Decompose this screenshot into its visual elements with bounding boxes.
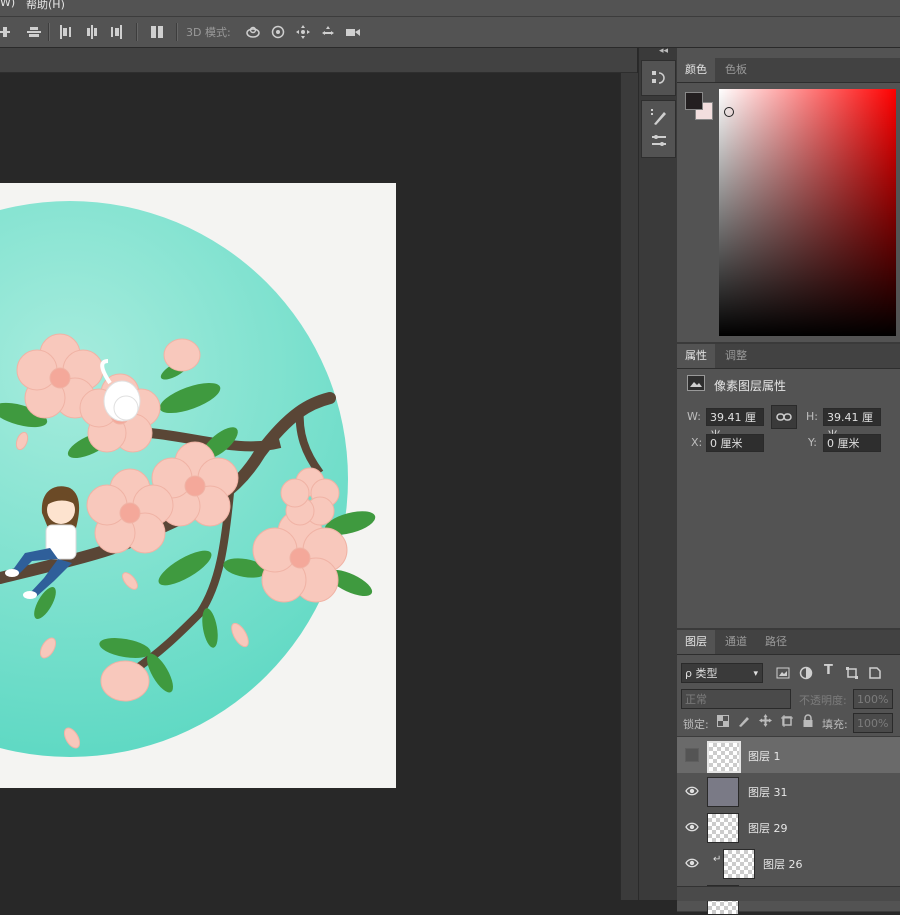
pixel-layer-icon xyxy=(687,375,705,391)
opacity-label: 不透明度: xyxy=(799,694,847,707)
eye-icon[interactable] xyxy=(685,857,699,869)
layer-filter-label: ρ 类型 xyxy=(685,667,718,680)
brush-settings-icon[interactable] xyxy=(650,108,668,126)
lock-artboard-icon[interactable] xyxy=(781,715,793,727)
lock-pixels-icon[interactable] xyxy=(738,715,750,727)
3d-orbit-icon[interactable] xyxy=(245,24,261,40)
3d-mode-label: 3D 模式: xyxy=(186,26,231,39)
icon-group-brush xyxy=(641,100,676,158)
collapse-panels-button[interactable]: ◂◂ xyxy=(659,46,668,56)
link-icon xyxy=(776,413,792,421)
document-tab-strip xyxy=(0,48,637,73)
lock-all-icon[interactable] xyxy=(802,714,814,727)
layer-thumbnail xyxy=(707,813,739,843)
vertical-scrollbar[interactable] xyxy=(620,73,638,900)
eye-icon[interactable] xyxy=(685,785,699,797)
filter-shape-icon[interactable] xyxy=(845,666,859,680)
chevron-down-icon: ▾ xyxy=(753,669,758,679)
layer-thumbnail xyxy=(707,741,741,773)
eye-icon[interactable] xyxy=(685,821,699,833)
blend-mode-select[interactable]: 正常 xyxy=(681,689,791,709)
layer-name: 图层 1 xyxy=(748,750,781,763)
tab-paths[interactable]: 路径 xyxy=(757,630,795,654)
3d-slide-icon[interactable] xyxy=(320,24,336,40)
align-vcenter-icon[interactable] xyxy=(26,24,42,40)
filter-pixel-icon[interactable] xyxy=(776,666,790,680)
layer-row[interactable]: 图层 1 xyxy=(677,737,900,774)
tab-adjustments[interactable]: 调整 xyxy=(717,344,755,368)
y-label: Y: xyxy=(808,436,817,449)
menu-item-help[interactable]: 帮助(H) xyxy=(26,0,65,12)
height-field[interactable]: 39.41 厘米 xyxy=(823,408,881,442)
history-icon[interactable] xyxy=(650,69,668,87)
visibility-toggle-off[interactable] xyxy=(685,748,699,762)
layers-footer-toolbar xyxy=(677,886,900,901)
options-bar: 3D 模式: xyxy=(0,17,900,48)
layer-thumbnail xyxy=(707,777,739,807)
color-picker-cursor[interactable] xyxy=(724,107,734,117)
tab-properties[interactable]: 属性 xyxy=(677,344,715,368)
clipping-mask-icon: ↵ xyxy=(713,854,722,865)
properties-panel-tabs: 属性 调整 xyxy=(677,344,900,369)
distribute-left-icon[interactable] xyxy=(58,24,74,40)
lock-position-icon[interactable] xyxy=(759,714,772,727)
fill-label: 填充: xyxy=(822,718,848,731)
3d-pan-icon[interactable] xyxy=(295,24,311,40)
brush-presets-icon[interactable] xyxy=(650,132,668,150)
layer-row[interactable]: ↵ 图层 26 xyxy=(677,845,900,882)
tab-layers[interactable]: 图层 xyxy=(677,630,715,654)
align-bottom-icon[interactable] xyxy=(0,24,16,40)
fill-field[interactable]: 100% xyxy=(853,713,893,733)
document-canvas[interactable] xyxy=(0,183,396,788)
lock-transparent-icon[interactable] xyxy=(717,715,729,727)
layer-filter-select[interactable]: ρ 类型 ▾ xyxy=(681,663,763,683)
opacity-field[interactable]: 100% xyxy=(853,689,893,709)
layer-name: 图层 26 xyxy=(763,858,803,871)
lock-label: 锁定: xyxy=(683,718,709,731)
filter-type-icon[interactable]: T xyxy=(824,663,833,678)
tab-color[interactable]: 颜色 xyxy=(677,58,715,82)
icon-group-history xyxy=(641,60,676,96)
right-panel-dock: 颜色 色板 属性 调整 像素图层属性 W: 39.41 厘米 H: 39.41 … xyxy=(677,48,900,915)
y-field[interactable]: 0 厘米 xyxy=(823,434,881,452)
layer-row[interactable]: 图层 29 xyxy=(677,809,900,846)
layer-row[interactable]: 图层 31 xyxy=(677,773,900,810)
height-label: H: xyxy=(806,410,818,423)
filter-adjustment-icon[interactable] xyxy=(799,666,813,680)
menu-bar: W) 帮助(H) xyxy=(0,0,900,17)
menu-item-window[interactable]: W) xyxy=(0,0,15,9)
tab-channels[interactable]: 通道 xyxy=(717,630,755,654)
3d-roll-icon[interactable] xyxy=(270,24,286,40)
layers-panel-tabs: 图层 通道 路径 xyxy=(677,630,900,655)
layer-thumbnail xyxy=(723,849,755,879)
layer-name: 图层 29 xyxy=(748,822,788,835)
x-field[interactable]: 0 厘米 xyxy=(706,434,764,452)
width-label: W: xyxy=(687,410,701,423)
filter-smartobject-icon[interactable] xyxy=(868,666,882,680)
layer-name: 图层 31 xyxy=(748,786,788,799)
properties-title: 像素图层属性 xyxy=(714,379,787,393)
3d-scale-icon[interactable] xyxy=(345,24,361,40)
artwork-illustration xyxy=(0,201,376,757)
width-field[interactable]: 39.41 厘米 xyxy=(706,408,764,442)
tab-swatches[interactable]: 色板 xyxy=(717,58,755,82)
link-dimensions-button[interactable] xyxy=(771,405,797,429)
foreground-color-swatch[interactable] xyxy=(685,92,703,110)
color-panel-tabs: 颜色 色板 xyxy=(677,58,900,83)
x-label: X: xyxy=(691,436,703,449)
color-picker-field[interactable] xyxy=(719,89,896,336)
auto-align-icon[interactable] xyxy=(149,24,165,40)
distribute-right-icon[interactable] xyxy=(108,24,124,40)
collapsed-panel-column: ◂◂ xyxy=(638,46,677,900)
distribute-hcenter-icon[interactable] xyxy=(84,24,100,40)
